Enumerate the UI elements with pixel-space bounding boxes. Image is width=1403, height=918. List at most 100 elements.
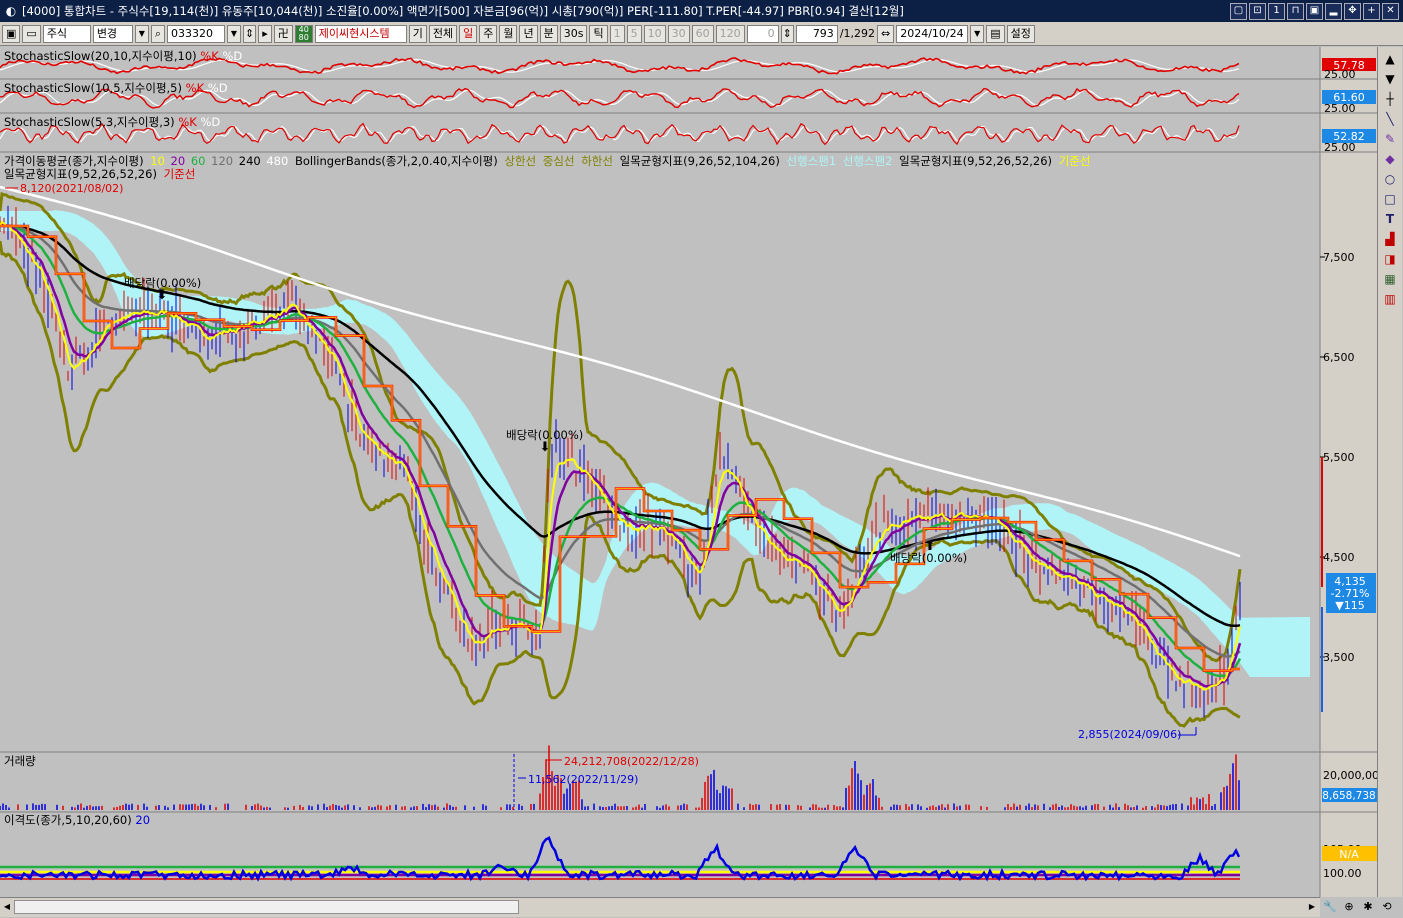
company-name: 제이씨현시스템 <box>314 24 407 43</box>
disparity-period: 20 <box>135 813 150 827</box>
span2-legend: 선행스팬2 <box>843 154 893 168</box>
stock-code-input[interactable]: 033320 <box>166 24 225 43</box>
ma10-legend: 10 <box>150 154 165 168</box>
gi-button[interactable]: 기 <box>408 24 427 43</box>
related-icon[interactable]: 卍 <box>273 24 293 43</box>
period-year-button[interactable]: 년 <box>519 24 538 43</box>
stoch3-axis: 25.00 <box>1324 141 1356 154</box>
total-count: /1,292 <box>839 27 876 40</box>
ichi2-legend: 일목균형지표(9,52,26,52,26) <box>899 154 1052 168</box>
stoch-labels: StochasticSlow(20,10,지수이평,10) %K %D Stoc… <box>4 49 242 129</box>
disparity-current: N/A <box>1339 848 1359 861</box>
layout1-icon[interactable]: ▢ <box>1230 3 1247 20</box>
scroll-right-icon[interactable]: ▶ <box>1306 900 1318 914</box>
count-input[interactable]: 793 <box>795 24 838 43</box>
text-icon[interactable]: T <box>1382 211 1398 227</box>
wrench-icon[interactable]: 🔧 <box>1322 899 1338 915</box>
disparity-label: 이격도(종가,5,10,20,60) <box>4 813 132 827</box>
sidebar-up-icon[interactable]: ▲ <box>1382 51 1398 67</box>
code-dropdown-icon[interactable]: ▼ <box>226 24 241 43</box>
compare-icon[interactable]: ◨ <box>1382 251 1398 267</box>
chart-icon[interactable]: ▟ <box>1382 231 1398 247</box>
drawing-toolbar: ▲ ▼ ┼ ╲ ✎ ◆ ○ □ T ▟ ◨ ▦ ▥ <box>1377 47 1402 897</box>
ma240-legend: 240 <box>239 154 261 168</box>
layout2-icon[interactable]: ⊡ <box>1249 3 1266 20</box>
circle-icon[interactable]: ○ <box>1382 171 1398 187</box>
minute-10-button[interactable]: 10 <box>643 24 666 43</box>
ma120-legend: 120 <box>211 154 233 168</box>
save-icon[interactable]: ▤ <box>986 24 1005 43</box>
stoch3-k-label: %K <box>178 115 197 129</box>
screen-icon[interactable]: ▭ <box>22 24 41 43</box>
market-select[interactable]: 주식 <box>42 24 91 43</box>
stepper-icon[interactable]: ⇕ <box>242 24 257 43</box>
date-input[interactable]: 2024/10/24 <box>896 24 969 43</box>
line-icon[interactable]: ╲ <box>1382 111 1398 127</box>
change-select[interactable]: 변경 <box>92 24 133 43</box>
move-icon[interactable]: ✥ <box>1344 3 1361 20</box>
ma-legend: 가격이동평균(종가,지수이평) <box>4 154 144 168</box>
horizontal-scrollbar[interactable]: ◀ ▶ <box>0 897 1320 917</box>
layout3-icon[interactable]: 1 <box>1268 3 1285 20</box>
stoch1-axis: 25.00 <box>1324 68 1356 81</box>
period-day-button[interactable]: 일 <box>459 24 478 43</box>
volume-current: 8,658,738 <box>1322 790 1375 802</box>
kijun-legend: 기준선 <box>1059 154 1091 168</box>
layout-icon[interactable]: ▦ <box>1382 271 1398 287</box>
kijun-legend-2: 기준선 <box>164 167 196 181</box>
fit-icon[interactable]: ⇔ <box>877 24 895 43</box>
gear-icon[interactable]: ✱ <box>1360 899 1376 915</box>
period-month-button[interactable]: 월 <box>499 24 518 43</box>
svg-text:이격도(종가,5,10,20,60) 20: 이격도(종가,5,10,20,60) 20 <box>4 813 150 827</box>
period-minute-button[interactable]: 분 <box>539 24 558 43</box>
back-icon[interactable]: ⟲ <box>1379 899 1395 915</box>
minute-5-button[interactable]: 5 <box>626 24 642 43</box>
minimize-icon[interactable]: ▂ <box>1325 3 1342 20</box>
interval-stepper-icon[interactable]: ⇕ <box>780 24 794 43</box>
close-icon[interactable]: ✕ <box>1382 3 1399 20</box>
dividend-arrow-down-icon: ⬇ <box>540 440 551 455</box>
high-price-label: 8,120(2021/08/02) <box>20 182 123 195</box>
chart-area[interactable]: StochasticSlow(20,10,지수이평,10) %K %D Stoc… <box>0 47 1377 897</box>
date-dropdown-icon[interactable]: ▼ <box>970 24 985 43</box>
minute-30-button[interactable]: 30 <box>667 24 690 43</box>
maximize-icon[interactable]: + <box>1363 3 1380 20</box>
minute-60-button[interactable]: 60 <box>691 24 714 43</box>
layout4-icon[interactable]: ⊓ <box>1287 3 1304 20</box>
eraser-icon[interactable]: ◆ <box>1382 151 1398 167</box>
search-icon[interactable]: ⌕ <box>150 24 165 43</box>
interval-input[interactable]: 0 <box>746 24 779 43</box>
lookup-icon[interactable]: ▸ <box>258 24 272 43</box>
svg-text:StochasticSlow(5,3,지수이평,3) %K: StochasticSlow(5,3,지수이평,3) %K %D <box>4 115 220 129</box>
layout5-icon[interactable]: ▣ <box>1306 3 1323 20</box>
scroll-thumb[interactable] <box>14 900 519 914</box>
stoch2-axis: 25.00 <box>1324 102 1356 115</box>
crosshair-icon[interactable]: ┼ <box>1382 91 1398 107</box>
window-title: [4000] 통합차트 - 주식수[19,114(천)] 유동주[10,044(… <box>22 4 904 18</box>
sidebar-down-icon[interactable]: ▼ <box>1382 71 1398 87</box>
period-week-button[interactable]: 주 <box>479 24 498 43</box>
ruler-icon[interactable]: ▥ <box>1382 291 1398 307</box>
ichi-legend-2: 일목균형지표(9,52,26,52,26) <box>4 167 157 181</box>
price-tick: 6,500 <box>1323 351 1355 364</box>
minute-120-button[interactable]: 120 <box>715 24 745 43</box>
period-tick-button[interactable]: 틱 <box>589 24 608 43</box>
minute-1-button[interactable]: 1 <box>609 24 625 43</box>
stoch1-d-label: %D <box>222 49 242 63</box>
zoom-icon[interactable]: ⊕ <box>1341 899 1357 915</box>
realtime-toggle-icon[interactable]: 40 80 <box>294 24 313 43</box>
all-button[interactable]: 전체 <box>428 24 458 43</box>
change-dropdown-icon[interactable]: ▼ <box>134 24 149 43</box>
current-price-box: 4,135 -2.71% ▼115 <box>1326 573 1376 613</box>
scroll-left-icon[interactable]: ◀ <box>1 900 13 914</box>
ma20-legend: 20 <box>171 154 186 168</box>
pen-icon[interactable]: ✎ <box>1382 131 1398 147</box>
settings-button[interactable]: 설정 <box>1006 24 1035 43</box>
bb-upper-legend: 상한선 <box>504 154 536 168</box>
svg-text:StochasticSlow(20,10,지수이평,10): StochasticSlow(20,10,지수이평,10) %K %D <box>4 49 242 63</box>
stoch2-label: StochasticSlow(10,5,지수이평,5) <box>4 81 182 95</box>
price-tick: 7,500 <box>1323 251 1355 264</box>
period-30s-button[interactable]: 30s <box>559 24 588 43</box>
chart-menu-icon[interactable]: ▣ <box>2 24 21 43</box>
rect-icon[interactable]: □ <box>1382 191 1398 207</box>
